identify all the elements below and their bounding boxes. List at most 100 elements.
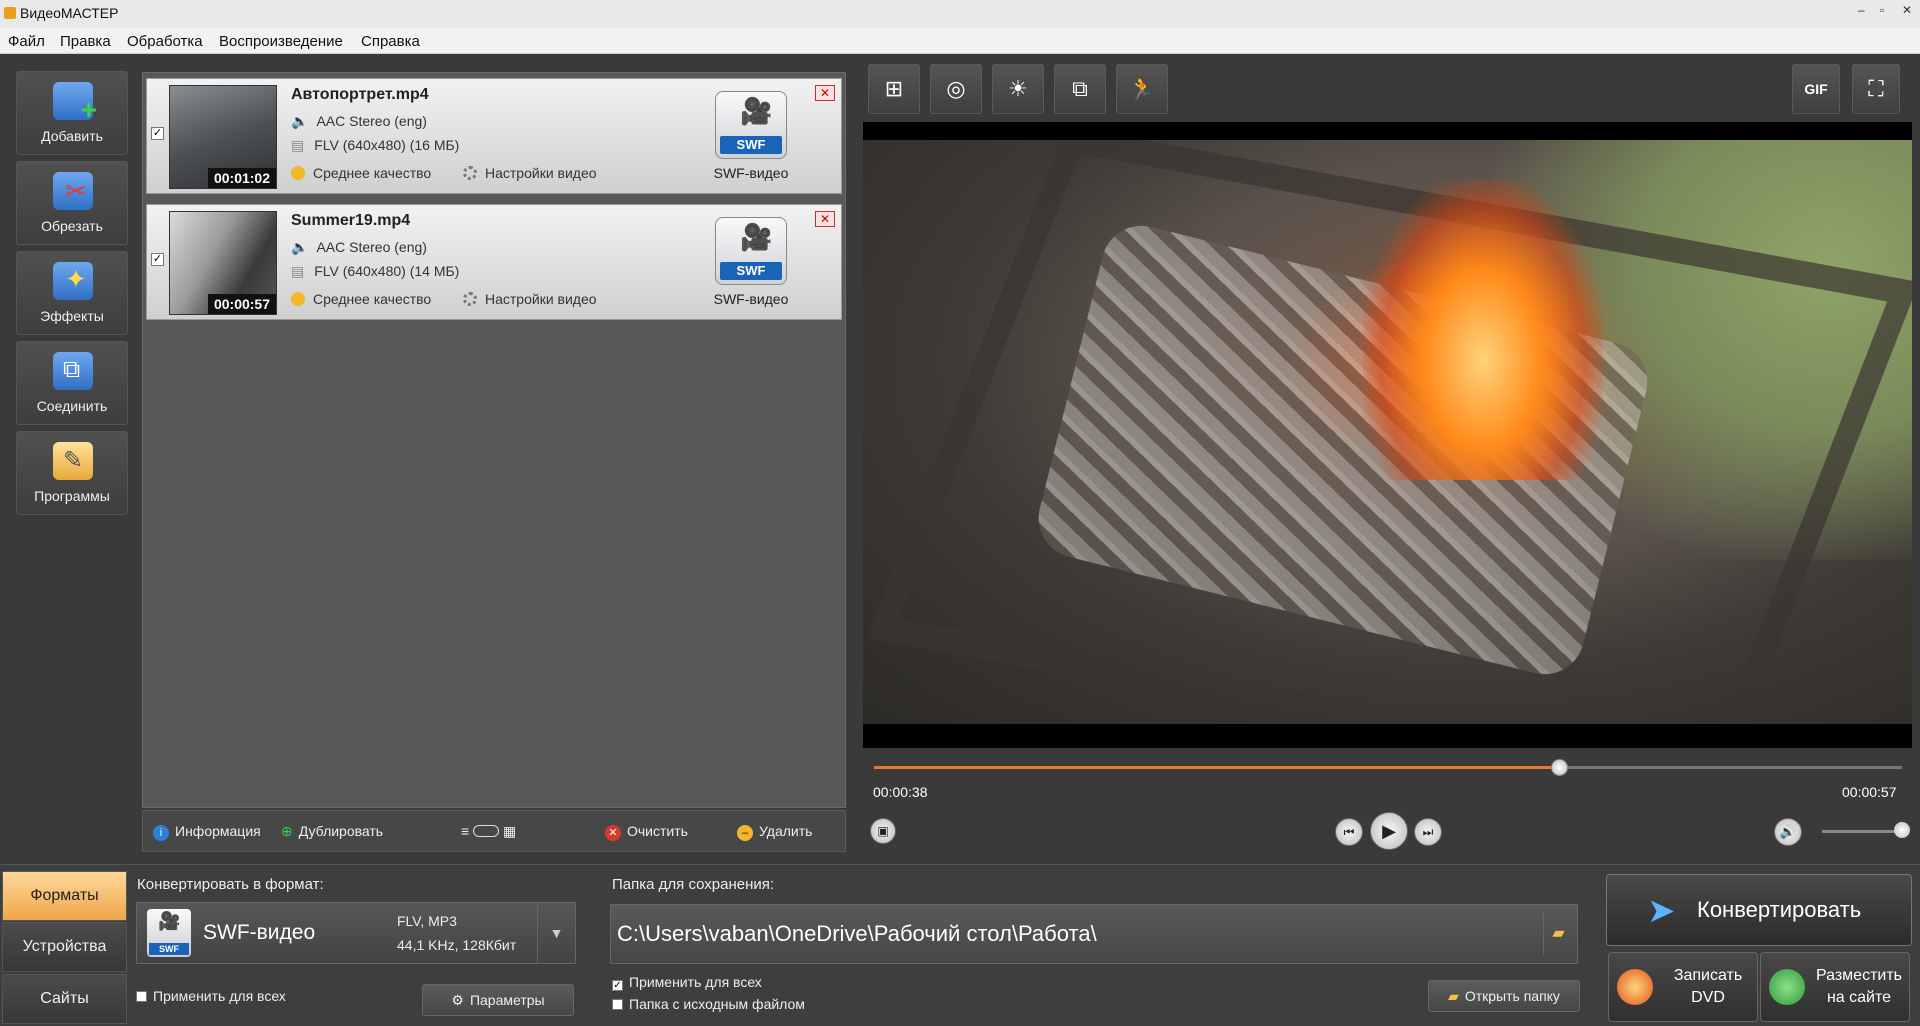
menu-playback[interactable]: Воспроизведение	[219, 33, 343, 50]
video-preview[interactable]	[863, 122, 1912, 748]
parameters-button[interactable]: ⚙ Параметры	[422, 984, 574, 1016]
gif-button[interactable]: GIF	[1792, 64, 1840, 114]
remove-file-button[interactable]: ✕	[815, 85, 835, 101]
format-selector[interactable]: 🎥 SWF SWF-видео FLV, MP3 44,1 KHz, 128Кби…	[136, 902, 576, 964]
open-folder-button[interactable]: ▰ Открыть папку	[1428, 980, 1580, 1012]
quality-text: Среднее качество	[313, 165, 432, 181]
source-folder-option[interactable]: Папка с исходным файлом	[612, 996, 805, 1012]
browse-folder-button[interactable]: ▰	[1543, 913, 1573, 955]
info-button[interactable]: i Информация	[153, 823, 261, 841]
file-name: Автопортрет.mp4	[291, 86, 429, 103]
close-window-button[interactable]: ✕	[1902, 3, 1912, 17]
gear-icon: ⚙	[451, 992, 464, 1008]
tab-devices[interactable]: Устройства	[2, 922, 127, 972]
film-icon: ▤	[291, 263, 305, 279]
chevron-down-icon: ▼	[549, 925, 564, 941]
dvd-disc-icon	[1617, 969, 1653, 1005]
video-settings-link[interactable]: Настройки видео	[463, 291, 597, 307]
camera-icon: 🎥	[740, 222, 773, 252]
source-folder-label: Папка с исходным файлом	[629, 996, 805, 1012]
format-button[interactable]: 🎥 SWF	[715, 217, 787, 285]
apply-all-checkbox[interactable]	[136, 991, 147, 1002]
publish-button[interactable]: Разместить на сайте	[1760, 952, 1910, 1022]
format-details-1: FLV, MP3	[397, 913, 457, 929]
crop-tool-button[interactable]: ⊞	[868, 64, 920, 114]
delete-button[interactable]: – Удалить	[737, 823, 812, 841]
prev-button[interactable]: ⏮	[1335, 818, 1363, 846]
format-button[interactable]: 🎥 SWF	[715, 91, 787, 159]
tab-formats[interactable]: Форматы	[2, 871, 127, 921]
snapshot-button[interactable]: ▣	[870, 818, 896, 844]
file-duration: 00:00:57	[207, 294, 276, 314]
volume-button[interactable]: 🔊	[1774, 818, 1802, 846]
quality-icon	[291, 292, 305, 306]
apply-all-folder-label: Применить для всех	[629, 974, 762, 990]
maximize-button[interactable]: ▫	[1880, 3, 1884, 17]
view-toggle[interactable]: ≡ ▦	[461, 823, 516, 840]
effects-button[interactable]: ✦ Эффекты	[16, 251, 128, 335]
join-button[interactable]: ⧉ Соединить	[16, 341, 128, 425]
speaker-icon: 🔈	[291, 239, 309, 255]
tab-sites[interactable]: Сайты	[2, 974, 127, 1024]
duplicate-button[interactable]: ⊕ Дублировать	[281, 823, 383, 840]
menu-edit[interactable]: Правка	[60, 33, 111, 50]
parameters-label: Параметры	[469, 992, 545, 1008]
folder-icon: ▰	[1448, 988, 1459, 1004]
grid-view-icon: ▦	[502, 823, 517, 839]
next-button[interactable]: ⏭	[1414, 818, 1442, 846]
save-path-field[interactable]: C:\Users\vaban\OneDrive\Рабочий стол\Раб…	[610, 904, 1578, 964]
source-folder-checkbox[interactable]	[612, 999, 623, 1010]
quality-link[interactable]: Среднее качество	[291, 165, 431, 181]
duplicate-label: Дублировать	[298, 823, 384, 839]
file-item[interactable]: ✓ 00:00:57 Summer19.mp4 🔈 AAC Stereo (eng…	[146, 204, 842, 320]
video-settings-link[interactable]: Настройки видео	[463, 165, 597, 181]
apply-all-folder[interactable]: ✓ Применить для всех	[612, 974, 762, 991]
clear-label: Очистить	[627, 823, 688, 839]
menu-file[interactable]: Файл	[8, 33, 45, 50]
publish-label-2: на сайте	[1826, 989, 1892, 1006]
audio-text: AAC Stereo (eng)	[316, 113, 427, 129]
video-frame	[863, 140, 1912, 724]
globe-upload-icon	[1769, 969, 1805, 1005]
speed-tool-button[interactable]: 🏃	[1116, 64, 1168, 114]
volume-handle[interactable]	[1893, 822, 1910, 838]
remove-file-button[interactable]: ✕	[815, 211, 835, 227]
rotate-tool-button[interactable]: ◎	[930, 64, 982, 114]
apply-all-formats[interactable]: Применить для всех	[136, 988, 286, 1004]
file-checkbox[interactable]: ✓	[151, 127, 164, 140]
apply-all-folder-checkbox[interactable]: ✓	[612, 980, 623, 991]
convert-button[interactable]: ➤ Конвертировать	[1606, 874, 1912, 946]
info-icon: i	[153, 825, 169, 841]
file-item[interactable]: ✓ 00:01:02 Автопортрет.mp4 🔈 AAC Stereo (…	[146, 78, 842, 194]
quality-link[interactable]: Среднее качество	[291, 291, 431, 307]
menu-help[interactable]: Справка	[361, 33, 420, 50]
quality-text: Среднее качество	[313, 291, 432, 307]
clear-icon: ✕	[605, 825, 621, 841]
format-dropdown-button[interactable]: ▼	[537, 903, 575, 963]
trim-button[interactable]: ✂ Обрезать	[16, 161, 128, 245]
convert-label: Конвертировать	[1697, 897, 1862, 922]
join-icon: ⧉	[53, 352, 93, 390]
audio-info: 🔈 AAC Stereo (eng)	[291, 239, 427, 256]
clear-button[interactable]: ✕ Очистить	[605, 823, 688, 841]
add-label: Добавить	[41, 128, 103, 144]
menu-process[interactable]: Обработка	[127, 33, 203, 50]
burn-dvd-button[interactable]: Записать DVD	[1608, 952, 1758, 1022]
fullscreen-button[interactable]: ⛶	[1852, 64, 1900, 114]
play-button[interactable]: ▶	[1370, 812, 1408, 850]
list-toolbar: i Информация ⊕ Дублировать ≡ ▦ ✕ Очистить –…	[142, 810, 846, 852]
brightness-tool-button[interactable]: ☀	[992, 64, 1044, 114]
convert-arrow-icon: ➤	[1647, 892, 1676, 930]
app-icon	[4, 7, 16, 19]
trim-label: Обрезать	[41, 218, 103, 234]
file-thumbnail: 00:00:57	[169, 211, 277, 315]
add-video-icon: +	[53, 82, 97, 125]
minimize-button[interactable]: –	[1858, 3, 1865, 17]
add-button[interactable]: + Добавить	[16, 71, 128, 155]
stabilize-tool-button[interactable]: ⧉	[1054, 64, 1106, 114]
video-text: FLV (640x480) (16 МБ)	[314, 137, 460, 153]
programs-button[interactable]: ✎ Программы	[16, 431, 128, 515]
file-checkbox[interactable]: ✓	[151, 253, 164, 266]
timeline-handle[interactable]	[1550, 759, 1568, 776]
effects-label: Эффекты	[40, 308, 104, 324]
